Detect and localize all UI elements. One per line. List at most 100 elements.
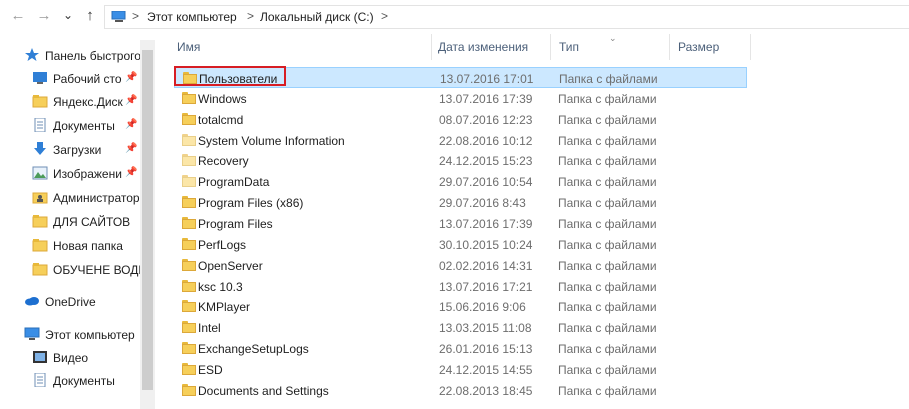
file-row[interactable]: ExchangeSetupLogs 26.01.2016 15:13 Папка с…: [174, 338, 747, 359]
sidebar-item[interactable]: Видео: [0, 347, 140, 369]
pin-icon[interactable]: 📌: [125, 167, 137, 178]
back-button[interactable]: ←: [10, 8, 26, 24]
breadcrumb-separator[interactable]: >: [132, 9, 139, 23]
navigation-scrollbar[interactable]: [140, 40, 155, 409]
file-date: 30.10.2015 10:24: [439, 237, 533, 252]
computer-icon: [111, 11, 126, 22]
sidebar-item[interactable]: OneDrive: [0, 291, 140, 313]
address-bar[interactable]: > Этот компьютер > Локальный диск (C:) >: [104, 5, 909, 29]
file-name: ksc 10.3: [198, 279, 243, 294]
file-date: 08.07.2016 12:23: [439, 112, 533, 127]
file-row[interactable]: Intel 13.03.2015 11:08 Папка с файлами: [174, 317, 747, 338]
sidebar-item-label: Новая папка: [53, 239, 123, 253]
file-row[interactable]: Recovery 24.12.2015 15:23 Папка с файлами: [174, 150, 747, 171]
column-header-type[interactable]: Тип: [559, 40, 579, 54]
sidebar-item-label: Документы: [53, 374, 115, 388]
file-date: 13.07.2016 17:21: [439, 279, 533, 294]
folder-icon: [32, 238, 48, 252]
folder-icon: [182, 342, 196, 355]
file-row[interactable]: Program Files 13.07.2016 17:39 Папка с фай…: [174, 213, 747, 234]
scrollbar-thumb[interactable]: [142, 50, 153, 390]
breadcrumb-separator[interactable]: >: [247, 9, 254, 23]
file-row[interactable]: Documents and Settings 22.08.2013 18:45 Па…: [174, 380, 747, 401]
forward-button[interactable]: →: [36, 8, 52, 24]
file-row[interactable]: PerfLogs 30.10.2015 10:24 Папка с файлами: [174, 234, 747, 255]
pin-icon[interactable]: 📌: [125, 72, 137, 83]
column-divider[interactable]: [431, 34, 432, 60]
pin-icon[interactable]: 📌: [125, 119, 137, 130]
file-name: System Volume Information: [198, 133, 345, 148]
column-divider[interactable]: [669, 34, 670, 60]
breadcrumb-separator[interactable]: >: [381, 9, 388, 23]
file-date: 13.07.2016 17:39: [439, 91, 533, 106]
folder-icon: [182, 91, 196, 104]
column-header-size[interactable]: Размер: [678, 40, 719, 54]
folder-icon: [182, 300, 196, 313]
download-icon: [32, 142, 48, 156]
up-button[interactable]: ↑: [82, 8, 98, 24]
column-divider[interactable]: [750, 34, 751, 60]
sidebar-item-label: Документы: [53, 119, 115, 133]
file-date: 02.02.2016 14:31: [439, 258, 533, 273]
file-type: Папка с файлами: [559, 72, 658, 86]
folder-icon: [182, 362, 196, 375]
column-header-date[interactable]: Дата изменения: [438, 40, 528, 54]
file-date: 13.07.2016 17:39: [439, 216, 533, 231]
file-type: Папка с файлами: [558, 196, 657, 211]
user-folder-icon: [32, 190, 48, 204]
sidebar-item[interactable]: Администратор: [0, 187, 140, 209]
folder-icon: [32, 94, 48, 108]
sidebar-item[interactable]: Загрузки 📌: [0, 139, 140, 161]
sidebar-item[interactable]: Этот компьютер: [0, 324, 140, 346]
file-type: Папка с файлами: [558, 175, 657, 190]
sidebar-item[interactable]: Документы 📌: [0, 115, 140, 137]
sidebar-item[interactable]: Изображени 📌: [0, 163, 140, 185]
file-row[interactable]: ESD 24.12.2015 14:55 Папка с файлами: [174, 359, 747, 380]
sidebar-item[interactable]: Панель быстрого: [0, 45, 140, 67]
recent-locations-button[interactable]: ⌄: [60, 7, 76, 23]
folder-icon: [182, 133, 196, 146]
file-name: ExchangeSetupLogs: [198, 342, 309, 357]
file-row[interactable]: Program Files (x86) 29.07.2016 8:43 Папка …: [174, 192, 747, 213]
sidebar-item[interactable]: Документы: [0, 370, 140, 392]
address-bar-area: ← → ⌄ ↑ > Этот компьютер > Локальный дис…: [0, 0, 909, 34]
file-name: totalcmd: [198, 112, 244, 127]
file-name: Documents and Settings: [198, 383, 329, 398]
column-divider[interactable]: [550, 34, 551, 60]
file-type: Папка с файлами: [558, 279, 657, 294]
file-row[interactable]: System Volume Information 22.08.2016 10:1…: [174, 130, 747, 151]
sidebar-item[interactable]: ОБУЧЕНЕ ВОДИ: [0, 259, 140, 281]
sidebar-item[interactable]: Яндекс.Диск 📌: [0, 91, 140, 113]
folder-icon: [182, 279, 196, 292]
sidebar-item[interactable]: Рабочий сто 📌: [0, 68, 140, 90]
breadcrumb-this-pc[interactable]: Этот компьютер: [147, 10, 237, 24]
file-row[interactable]: OpenServer 02.02.2016 14:31 Папка с файлам…: [174, 255, 747, 276]
file-row[interactable]: KMPlayer 15.06.2016 9:06 Папка с файлами: [174, 296, 747, 317]
video-icon: [32, 350, 48, 364]
column-header-row: Имя Дата изменения Тип ⌄ Размер: [160, 33, 909, 60]
file-row[interactable]: totalcmd 08.07.2016 12:23 Папка с файлами: [174, 109, 747, 130]
file-row[interactable]: Windows 13.07.2016 17:39 Папка с файлами: [174, 88, 747, 109]
file-type: Папка с файлами: [558, 154, 657, 169]
file-name: Intel: [198, 321, 221, 336]
file-type: Папка с файлами: [558, 133, 657, 148]
highlight-box: [174, 66, 286, 86]
file-type: Папка с файлами: [558, 237, 657, 252]
sidebar-item-label: Администратор: [53, 191, 140, 205]
file-row[interactable]: ksc 10.3 13.07.2016 17:21 Папка с файлами: [174, 276, 747, 297]
pin-icon[interactable]: 📌: [125, 143, 137, 154]
star-icon: [24, 48, 40, 62]
file-name: Recovery: [198, 154, 249, 169]
column-header-name[interactable]: Имя: [177, 40, 200, 54]
sidebar-item[interactable]: Новая папка: [0, 235, 140, 257]
file-row[interactable]: ProgramData 29.07.2016 10:54 Папка с файла…: [174, 171, 747, 192]
folder-icon: [182, 237, 196, 250]
breadcrumb-local-disk[interactable]: Локальный диск (C:): [260, 10, 374, 24]
file-type: Папка с файлами: [558, 300, 657, 315]
sidebar-item[interactable]: ДЛЯ САЙТОВ: [0, 211, 140, 233]
file-date: 22.08.2016 10:12: [439, 133, 533, 148]
sidebar-item-label: Панель быстрого: [45, 49, 140, 63]
pin-icon[interactable]: 📌: [125, 95, 137, 106]
folder-icon: [182, 196, 196, 209]
pictures-icon: [32, 166, 48, 180]
